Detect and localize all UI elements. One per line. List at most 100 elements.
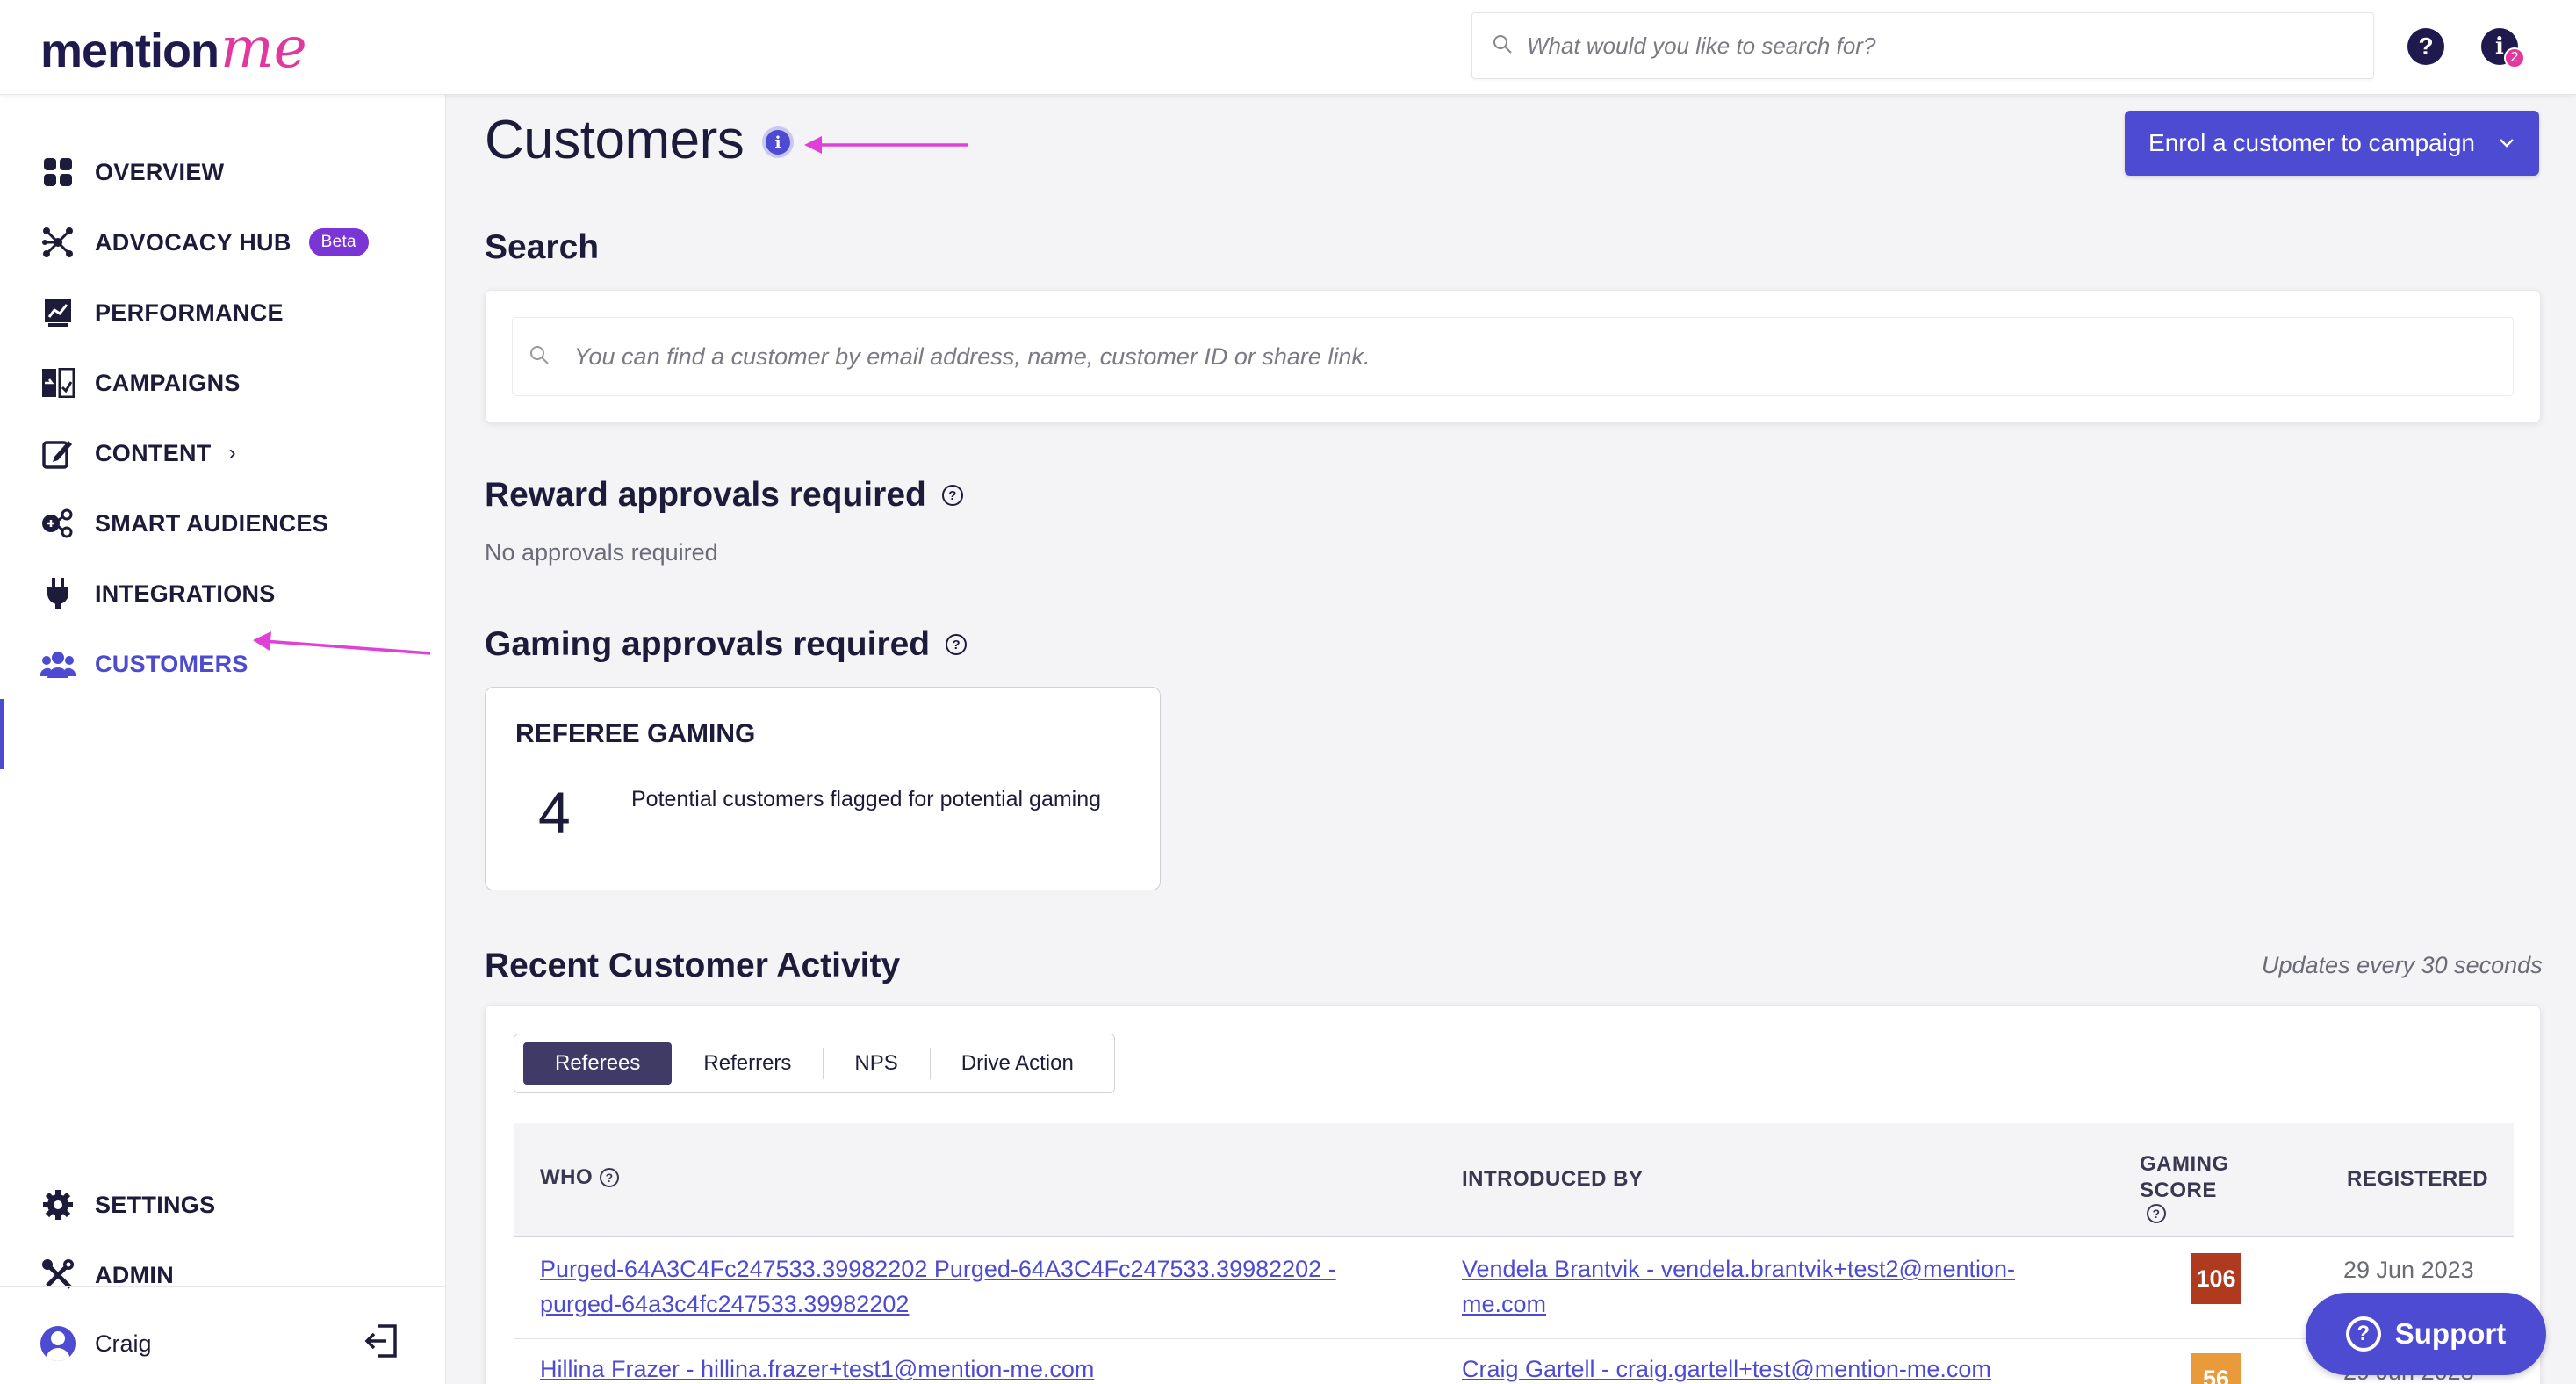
active-nav-indicator <box>0 699 4 769</box>
user-name: Craig <box>95 1330 152 1357</box>
sidebar-item-label: CUSTOMERS <box>95 650 248 677</box>
audience-icon <box>40 506 76 541</box>
enrol-customer-button[interactable]: Enrol a customer to campaign <box>2125 111 2539 176</box>
beta-badge: Beta <box>308 228 369 256</box>
chevron-right-icon: › <box>228 441 236 465</box>
who-line: purged-64a3c4fc247533.39982202 <box>540 1291 910 1317</box>
column-registered: REGISTERED <box>2347 1167 2489 1191</box>
column-who: WHO ? <box>540 1165 620 1190</box>
sidebar-item-label: INTEGRATIONS <box>95 580 276 607</box>
referee-gaming-card[interactable]: REFEREE GAMING 4 Potential customers fla… <box>485 687 1161 890</box>
search-icon <box>1492 33 1513 59</box>
gear-icon <box>40 1187 76 1222</box>
sidebar-item-overview[interactable]: OVERVIEW <box>40 146 224 198</box>
sidebar-item-integrations[interactable]: INTEGRATIONS <box>40 567 276 620</box>
tab-referees[interactable]: Referees <box>523 1042 673 1085</box>
sidebar-item-label: CAMPAIGNS <box>95 369 241 396</box>
table-row: Hillina Frazer - hillina.frazer+test1@me… <box>514 1339 2514 1384</box>
updates-note: Updates every 30 seconds <box>2262 952 2543 978</box>
support-button[interactable]: ? Support <box>2306 1293 2546 1375</box>
question-icon[interactable]: ? <box>946 634 968 655</box>
registered-date: 29 Jun 2023 <box>2343 1257 2474 1283</box>
support-question-icon: ? <box>2345 1316 2381 1352</box>
search-icon <box>529 344 550 370</box>
who-link[interactable]: Hillina Frazer - hillina.frazer+test1@me… <box>540 1352 1094 1384</box>
gaming-score-badge: 106 <box>2191 1253 2241 1304</box>
column-introduced-by: INTRODUCED BY <box>1462 1167 1644 1191</box>
campaigns-icon <box>40 365 76 400</box>
mention-me-logo[interactable]: mention me <box>40 16 307 81</box>
sidebar-item-advocacy-hub[interactable]: ADVOCACY HUB Beta <box>40 216 369 269</box>
sidebar-item-label: SETTINGS <box>95 1191 216 1218</box>
global-search[interactable] <box>1471 12 2374 79</box>
question-icon[interactable]: ? <box>941 485 963 506</box>
sidebar-item-content[interactable]: CONTENT › <box>40 427 236 479</box>
title-annotation-arrow-icon <box>804 136 968 154</box>
page-title: Customers <box>485 110 745 170</box>
logout-icon[interactable] <box>363 1323 404 1363</box>
grid-icon <box>40 155 76 190</box>
sidebar-item-admin[interactable]: ADMIN <box>40 1249 174 1301</box>
tab-referrers[interactable]: Referrers <box>672 1042 823 1085</box>
sidebar-item-customers[interactable]: CUSTOMERS <box>40 638 248 690</box>
activity-tabs: Referees Referrers NPS Drive Action <box>514 1034 1115 1093</box>
chevron-down-icon <box>2500 139 2514 148</box>
plug-icon <box>40 576 76 611</box>
introduced-by-link[interactable]: Vendela Brantvik - vendela.brantvik+test… <box>1462 1251 2015 1322</box>
title-info-icon[interactable]: i <box>762 126 794 158</box>
who-line: Purged-64A3C4Fc247533.39982202 Purged-64… <box>540 1256 1336 1282</box>
activity-card: Referees Referrers NPS Drive Action WHO … <box>485 1005 2541 1384</box>
customer-search-field[interactable] <box>512 317 2514 396</box>
reward-empty-text: No approvals required <box>485 539 718 566</box>
introduced-line: Vendela Brantvik - vendela.brantvik+test… <box>1462 1256 2016 1282</box>
user-profile[interactable]: Craig <box>40 1317 409 1370</box>
reward-heading-text: Reward approvals required <box>485 476 926 514</box>
tab-drive-action[interactable]: Drive Action <box>929 1042 1105 1085</box>
users-icon <box>40 646 76 681</box>
gaming-heading-text: Gaming approvals required <box>485 625 931 663</box>
search-heading: Search <box>485 228 599 267</box>
gaming-card-title: REFEREE GAMING <box>515 719 756 748</box>
customer-search-input[interactable] <box>574 342 2462 371</box>
avatar <box>40 1326 76 1361</box>
tab-nps[interactable]: NPS <box>823 1042 929 1085</box>
column-who-label: WHO <box>540 1165 594 1189</box>
logo-text-mention: mention <box>40 25 219 77</box>
gaming-score-badge: 56 <box>2191 1353 2241 1384</box>
global-search-input[interactable] <box>1527 32 2317 60</box>
top-header: mention me ? i 2 <box>0 0 2576 95</box>
tools-icon <box>40 1258 76 1293</box>
gaming-card-count: 4 <box>538 780 571 845</box>
who-link[interactable]: Purged-64A3C4Fc247533.39982202 Purged-64… <box>540 1251 1336 1322</box>
chart-icon <box>40 295 76 330</box>
activity-heading: Recent Customer Activity <box>485 947 900 985</box>
help-icon[interactable]: ? <box>2407 28 2444 65</box>
customers-annotation-arrow-icon <box>253 631 431 655</box>
sidebar: OVERVIEW ADVOCACY HUB Beta PERFORMANCE C… <box>0 95 446 1384</box>
gaming-approvals-heading: Gaming approvals required ? <box>485 625 968 664</box>
sidebar-item-performance[interactable]: PERFORMANCE <box>40 286 284 339</box>
customer-search-card <box>485 290 2541 423</box>
sidebar-item-smart-audiences[interactable]: SMART AUDIENCES <box>40 497 328 550</box>
sidebar-item-settings[interactable]: SETTINGS <box>40 1179 215 1231</box>
reward-approvals-heading: Reward approvals required ? <box>485 476 963 515</box>
sidebar-item-label: PERFORMANCE <box>95 299 284 326</box>
enrol-button-label: Enrol a customer to campaign <box>2148 129 2475 156</box>
sidebar-divider <box>0 1286 446 1287</box>
introduced-by-link[interactable]: Craig Gartell - craig.gartell+test@menti… <box>1462 1352 1991 1384</box>
network-icon <box>40 225 76 260</box>
sidebar-item-label: OVERVIEW <box>95 158 225 185</box>
notification-count-badge: 2 <box>2504 47 2525 68</box>
gaming-card-description: Potential customers flagged for potentia… <box>631 787 1102 811</box>
search-heading-text: Search <box>485 228 600 266</box>
table-header: WHO ? INTRODUCED BY GAMING SCORE ? REGIS… <box>514 1123 2514 1237</box>
column-gaming-score: GAMING SCORE ? <box>2140 1151 2263 1223</box>
sidebar-item-label: ADMIN <box>95 1261 174 1288</box>
sidebar-item-campaigns[interactable]: CAMPAIGNS <box>40 357 241 409</box>
support-button-label: Support <box>2394 1317 2507 1350</box>
column-gaming-score-label: GAMING SCORE <box>2140 1152 2229 1202</box>
sidebar-item-label: SMART AUDIENCES <box>95 509 329 537</box>
question-icon[interactable]: ? <box>600 1168 620 1187</box>
question-icon[interactable]: ? <box>2147 1204 2166 1223</box>
activity-heading-text: Recent Customer Activity <box>485 947 901 984</box>
